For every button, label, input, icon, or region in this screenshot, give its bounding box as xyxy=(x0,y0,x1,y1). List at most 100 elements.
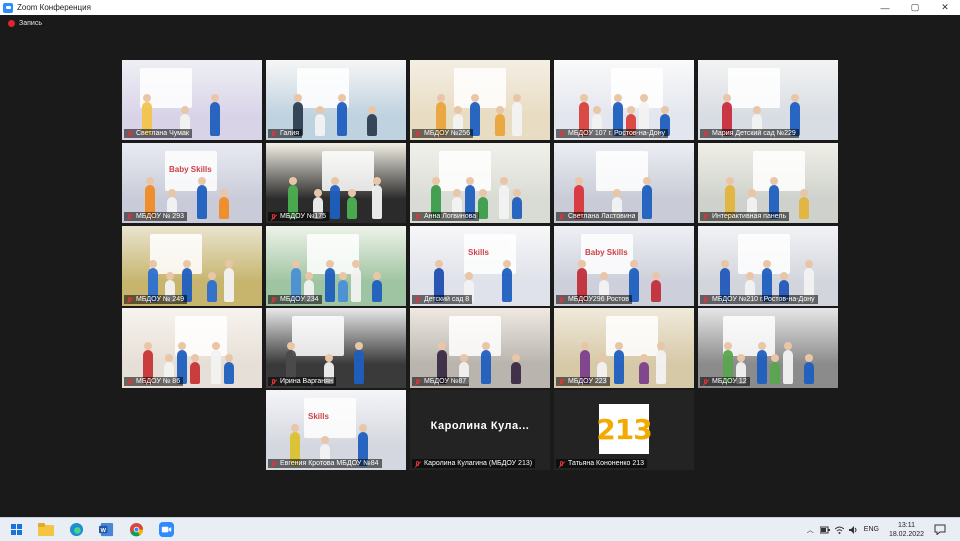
participant-head xyxy=(652,272,660,280)
participant-tile[interactable]: МБДОУ №210 г.Ростов-на-Дону xyxy=(698,226,838,306)
participant-tile[interactable]: Галия xyxy=(266,60,406,140)
participant-name-label: Светлана Ластовина xyxy=(556,212,639,221)
participant-head xyxy=(661,106,669,114)
participant-head xyxy=(460,354,468,362)
participant-head xyxy=(471,94,479,102)
participant-tile[interactable]: Baby Skills МБДОУ296 Ростов xyxy=(554,226,694,306)
participant-head xyxy=(289,177,297,185)
participant-tile[interactable]: Baby Skills МБДОУ № 293 xyxy=(122,143,262,223)
chevron-up-icon[interactable]: ︿ xyxy=(807,525,814,535)
banner-backdrop xyxy=(150,234,202,274)
participant-tile[interactable]: МБДОУ № 86 xyxy=(122,308,262,388)
participant-head xyxy=(721,260,729,268)
participant-head xyxy=(784,342,792,350)
participant-head xyxy=(208,272,216,280)
muted-mic-icon xyxy=(271,213,277,220)
participant-head xyxy=(331,177,339,185)
participant-name-label: Ирина Варганян xyxy=(268,377,336,386)
participant-name-label: МБДОУ296 Ростов xyxy=(556,295,633,304)
edge-icon[interactable] xyxy=(68,522,84,538)
participant-head xyxy=(292,260,300,268)
chrome-icon[interactable] xyxy=(128,522,144,538)
wifi-icon[interactable] xyxy=(834,526,844,534)
notification-icon[interactable] xyxy=(934,524,946,535)
participant-tile[interactable]: Анна Логвинова xyxy=(410,143,550,223)
participant-figure xyxy=(190,362,200,384)
participant-tile[interactable]: МБДОУ № 249 xyxy=(122,226,262,306)
participant-name: Интерактивная панель xyxy=(712,213,787,220)
participant-tile[interactable]: Skills Евгения Кротова МБДОУ №84 xyxy=(266,390,406,470)
participant-head xyxy=(166,272,174,280)
participant-tile[interactable]: Каролина Кула... Каролина Кулагина (МБДОУ… xyxy=(410,390,550,470)
participant-tile[interactable]: Ирина Варганян xyxy=(266,308,406,388)
participant-head xyxy=(640,94,648,102)
banner-backdrop xyxy=(454,68,506,108)
muted-mic-icon xyxy=(559,378,565,385)
participant-tile[interactable]: Интерактивная панель xyxy=(698,143,838,223)
participant-tile[interactable]: МБДОУ №175 xyxy=(266,143,406,223)
participant-figure xyxy=(656,350,666,384)
participant-tile[interactable]: МБДОУ №256 xyxy=(410,60,550,140)
banner-backdrop: Baby Skills xyxy=(165,151,217,191)
participant-name-label: МБДОУ № 86 xyxy=(124,377,184,386)
muted-mic-icon xyxy=(415,460,421,467)
minimize-button[interactable]: — xyxy=(870,0,900,15)
participant-name-label: Галия xyxy=(268,129,303,138)
participant-tile[interactable]: МБДОУ 12 xyxy=(698,308,838,388)
volume-icon[interactable] xyxy=(848,525,858,534)
participant-figure xyxy=(347,197,357,219)
participant-name-label: Татьяна Кононенко 213 xyxy=(556,459,648,468)
participant-name-label: Детский сад 8 xyxy=(412,295,473,304)
participant-head xyxy=(325,354,333,362)
participant-tile[interactable]: МБДОУ 234 xyxy=(266,226,406,306)
recording-indicator[interactable]: Запись xyxy=(8,20,42,27)
close-button[interactable]: ✕ xyxy=(930,0,960,15)
participant-head xyxy=(805,354,813,362)
participant-name-label: МБДОУ 234 xyxy=(268,295,322,304)
word-icon[interactable]: W xyxy=(98,522,114,538)
participant-head xyxy=(466,177,474,185)
participant-head xyxy=(183,260,191,268)
participant-head xyxy=(352,260,360,268)
participant-tile[interactable]: МБДОУ 223 xyxy=(554,308,694,388)
maximize-button[interactable]: ▢ xyxy=(900,0,930,15)
clock[interactable]: 13:11 18.02.2022 xyxy=(889,521,924,539)
participant-figure xyxy=(783,350,793,384)
banner-text: Baby Skills xyxy=(585,248,628,257)
participant-tile[interactable]: Светлана Ластовина xyxy=(554,143,694,223)
battery-icon[interactable] xyxy=(819,526,830,534)
zoom-icon[interactable] xyxy=(158,522,174,538)
participant-figure xyxy=(481,350,491,384)
participant-name: МБДОУ №87 xyxy=(424,378,467,385)
banner-backdrop xyxy=(753,151,805,191)
participant-name: Детский сад 8 xyxy=(424,296,470,303)
participant-tile[interactable]: Светлана Чумак xyxy=(122,60,262,140)
window-title: Zoom Конференция xyxy=(17,3,91,12)
participant-head xyxy=(294,94,302,102)
participant-head xyxy=(339,272,347,280)
banner-backdrop: Skills xyxy=(304,398,356,438)
banner-backdrop xyxy=(606,316,658,356)
participant-tile[interactable]: Skills Детский сад 8 xyxy=(410,226,550,306)
participant-head xyxy=(225,260,233,268)
participant-head xyxy=(191,354,199,362)
participant-head xyxy=(165,354,173,362)
file-explorer-icon[interactable] xyxy=(38,522,54,538)
participant-head xyxy=(211,94,219,102)
participant-head xyxy=(640,354,648,362)
banner-backdrop xyxy=(728,68,780,108)
language-indicator[interactable]: ENG xyxy=(864,526,879,533)
participant-tile[interactable]: 213 Татьяна Кононенко 213 xyxy=(554,390,694,470)
participant-tile[interactable]: МБДОУ №87 xyxy=(410,308,550,388)
participant-tile[interactable]: Мария Детский сад №229 xyxy=(698,60,838,140)
participant-head xyxy=(800,189,808,197)
participant-head xyxy=(225,354,233,362)
windows-start-icon[interactable] xyxy=(8,522,24,538)
banner-text: Skills xyxy=(468,248,489,257)
participant-head xyxy=(212,342,220,350)
participant-figure xyxy=(511,362,521,384)
participant-head xyxy=(503,260,511,268)
participant-figure xyxy=(224,362,234,384)
participant-head xyxy=(791,94,799,102)
participant-tile[interactable]: МБДОУ 107 г. Ростов-на-Дону xyxy=(554,60,694,140)
